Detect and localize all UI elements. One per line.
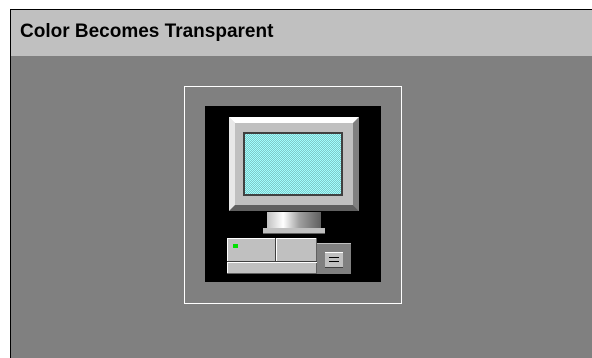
power-led xyxy=(233,244,238,248)
computer-icon xyxy=(205,106,381,282)
monitor-screen xyxy=(245,134,341,194)
panel-header: Color Becomes Transparent xyxy=(11,10,592,56)
preview-frame xyxy=(184,86,402,304)
panel-title: Color Becomes Transparent xyxy=(20,21,274,42)
dialog-panel: Color Becomes Transparent xyxy=(10,9,592,358)
